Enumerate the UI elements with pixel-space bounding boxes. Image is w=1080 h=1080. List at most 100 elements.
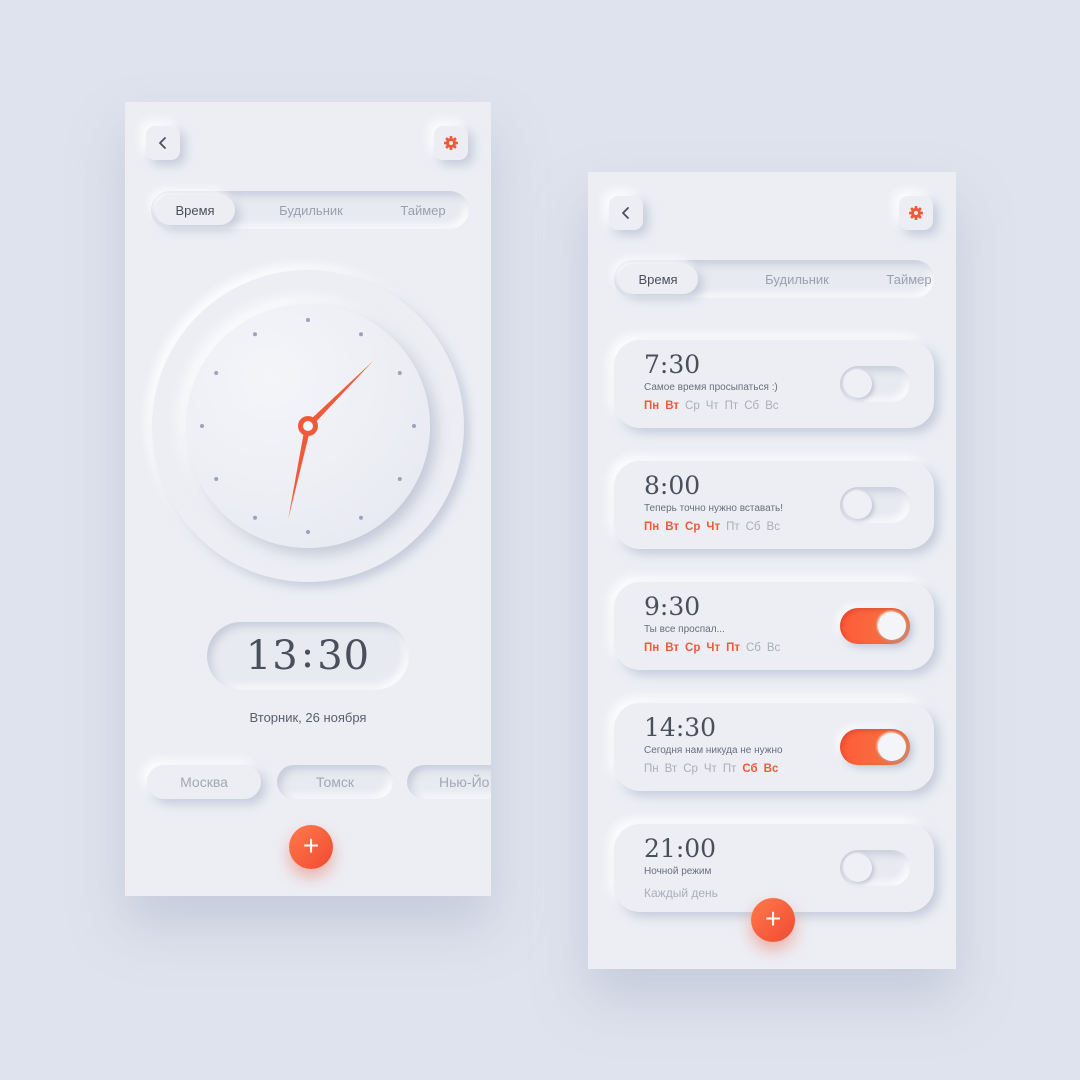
day-thu: Чт bbox=[706, 521, 721, 533]
hour-tick bbox=[214, 371, 219, 375]
alarm-screen: Время Будильник Таймер 7:30 Самое время … bbox=[588, 172, 956, 969]
day-thu: Чт bbox=[706, 642, 721, 654]
day-mon: Пн bbox=[644, 763, 659, 775]
time-hours: 13 bbox=[245, 633, 299, 679]
chevron-left-icon bbox=[622, 207, 629, 219]
date-label: Вторник, 26 ноября bbox=[249, 710, 367, 725]
hour-tick bbox=[397, 477, 402, 481]
alarm-label: Теперь точно нужно вставать! bbox=[644, 503, 784, 514]
alarm-days: Пн Вт Ср Чт Пт Сб Вс bbox=[644, 763, 778, 775]
alarm-time: 8:00 bbox=[644, 471, 701, 500]
alarm-time: 7:30 bbox=[644, 350, 701, 379]
settings-button[interactable] bbox=[899, 196, 933, 230]
hour-tick bbox=[397, 371, 402, 375]
toggle-knob bbox=[844, 854, 872, 882]
day-wed: Ср bbox=[685, 521, 701, 533]
day-sun: Вс bbox=[765, 400, 779, 412]
add-alarm-button[interactable]: + bbox=[751, 898, 795, 942]
alarm-label: Ночной режим bbox=[644, 866, 712, 877]
hour-tick bbox=[253, 515, 257, 520]
day-fri: Пт bbox=[722, 763, 737, 775]
alarm-time: 14:30 bbox=[644, 713, 717, 742]
alarm-time: 21:00 bbox=[644, 834, 717, 863]
mode-tabs: Время Будильник Таймер bbox=[151, 191, 469, 229]
hour-tick bbox=[306, 530, 310, 534]
toggle-knob bbox=[878, 733, 906, 761]
alarm-days: Пн Вт Ср Чт Пт Сб Вс bbox=[644, 521, 780, 533]
alarm-label: Ты все проспал... bbox=[644, 624, 725, 635]
toggle-knob bbox=[844, 491, 872, 519]
day-sat: Сб bbox=[744, 400, 760, 412]
plus-icon: + bbox=[302, 830, 320, 861]
tab-timer[interactable]: Таймер bbox=[383, 195, 463, 225]
add-button[interactable]: + bbox=[289, 825, 333, 869]
back-button[interactable] bbox=[146, 126, 180, 160]
city-tomsk[interactable]: Томск bbox=[277, 765, 393, 799]
alarm-label: Сегодня нам никуда не нужно bbox=[644, 745, 783, 756]
alarm-repeat: Каждый день bbox=[644, 886, 718, 900]
alarm-label: Самое время просыпаться :) bbox=[644, 382, 778, 393]
day-tue: Вт bbox=[665, 642, 680, 654]
day-thu: Чт bbox=[703, 763, 717, 775]
analog-clock bbox=[152, 270, 464, 582]
time-minutes: 30 bbox=[317, 633, 371, 679]
day-sat: Сб bbox=[742, 763, 758, 775]
clock-dial bbox=[200, 318, 416, 534]
day-wed: Ср bbox=[685, 400, 700, 412]
toggle-knob bbox=[844, 370, 872, 398]
gear-icon bbox=[444, 136, 458, 150]
alarm-time: 9:30 bbox=[644, 592, 701, 621]
hour-tick bbox=[412, 424, 416, 428]
hour-tick bbox=[200, 424, 204, 428]
gear-icon bbox=[909, 206, 923, 220]
day-sun: Вс bbox=[766, 642, 781, 654]
alarm-days: Пн Вт Ср Чт Пт Сб Вс bbox=[644, 400, 779, 412]
day-sat: Сб bbox=[745, 642, 761, 654]
hour-tick bbox=[359, 332, 363, 337]
day-wed: Ср bbox=[683, 763, 698, 775]
alarm-toggle[interactable] bbox=[840, 850, 910, 886]
day-tue: Вт bbox=[665, 521, 680, 533]
day-fri: Пт bbox=[726, 642, 740, 654]
alarm-card[interactable]: 9:30 Ты все проспал... Пн Вт Ср Чт Пт Сб… bbox=[614, 582, 934, 670]
tab-time[interactable]: Время bbox=[618, 264, 698, 294]
clock-face bbox=[186, 304, 430, 548]
day-wed: Ср bbox=[685, 642, 701, 654]
day-mon: Пн bbox=[644, 400, 660, 412]
alarm-toggle[interactable] bbox=[840, 608, 910, 644]
alarm-toggle[interactable] bbox=[840, 487, 910, 523]
alarm-card[interactable]: 8:00 Теперь точно нужно вставать! Пн Вт … bbox=[614, 461, 934, 549]
mode-tabs: Время Будильник Таймер bbox=[614, 260, 934, 298]
plus-icon: + bbox=[764, 903, 782, 934]
day-tue: Вт bbox=[665, 400, 680, 412]
hour-tick bbox=[306, 318, 310, 322]
digital-time: 13:30 bbox=[207, 622, 409, 690]
day-tue: Вт bbox=[664, 763, 678, 775]
hour-tick bbox=[253, 332, 257, 337]
alarm-card[interactable]: 7:30 Самое время просыпаться :) Пн Вт Ср… bbox=[614, 340, 934, 428]
hour-tick bbox=[214, 477, 219, 481]
day-mon: Пн bbox=[644, 521, 660, 533]
tab-alarm[interactable]: Будильник bbox=[271, 195, 351, 225]
day-sat: Сб bbox=[745, 521, 761, 533]
toggle-knob bbox=[878, 612, 906, 640]
alarm-toggle[interactable] bbox=[840, 366, 910, 402]
tab-alarm[interactable]: Будильник bbox=[757, 264, 837, 294]
day-fri: Пт bbox=[726, 521, 740, 533]
back-button[interactable] bbox=[609, 196, 643, 230]
city-moscow[interactable]: Москва bbox=[147, 765, 261, 799]
day-thu: Чт bbox=[705, 400, 719, 412]
clock-screen: Время Будильник Таймер 13:30 Вторник, 26… bbox=[125, 102, 491, 896]
day-sun: Вс bbox=[763, 763, 779, 775]
tab-time[interactable]: Время bbox=[155, 195, 235, 225]
day-mon: Пн bbox=[644, 642, 660, 654]
chevron-left-icon bbox=[159, 137, 166, 149]
alarm-toggle[interactable] bbox=[840, 729, 910, 765]
city-new-york[interactable]: Нью-Йо bbox=[407, 765, 491, 799]
day-fri: Пт bbox=[724, 400, 739, 412]
tab-timer[interactable]: Таймер bbox=[869, 264, 949, 294]
alarm-card[interactable]: 14:30 Сегодня нам никуда не нужно Пн Вт … bbox=[614, 703, 934, 791]
settings-button[interactable] bbox=[434, 126, 468, 160]
hour-tick bbox=[359, 515, 363, 520]
alarm-days: Пн Вт Ср Чт Пт Сб Вс bbox=[644, 642, 780, 654]
